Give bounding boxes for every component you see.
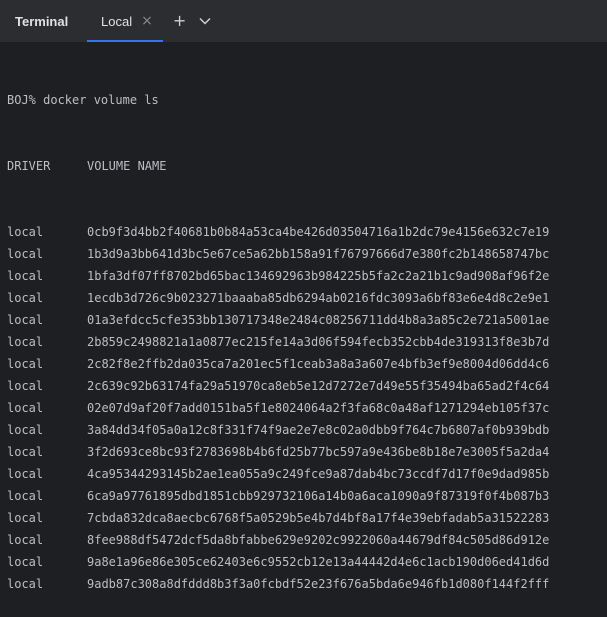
table-row: local 7cbda832dca8aecbc6768f5a0529b5e4b7d… bbox=[7, 507, 607, 529]
table-row: local 2b859c2498821a1a0877ec215fe14a3d06f… bbox=[7, 331, 607, 353]
driver-cell: local bbox=[7, 357, 44, 371]
driver-cell: local bbox=[7, 247, 44, 261]
driver-cell: local bbox=[7, 401, 44, 415]
table-row: local 01a3efdcc5cfe353bb130717348e2484c08… bbox=[7, 309, 607, 331]
table-row: local 2c82f8e2ffb2da035ca7a201ec5f1ceab3a… bbox=[7, 353, 607, 375]
volume-name-cell: 1ecdb3d726c9b023271baaaba85db6294ab0216f… bbox=[87, 291, 550, 305]
volume-name-cell: 0cb9f3d4bb2f40681b0b84a53ca4be426d035047… bbox=[87, 225, 550, 239]
volume-name-cell: 4ca95344293145b2ae1ea055a9c249fce9a87dab… bbox=[87, 467, 550, 481]
table-row: local 02e07d9af20f7add0151ba5f1e8024064a2… bbox=[7, 397, 607, 419]
volume-name-cell: 2b859c2498821a1a0877ec215fe14a3d06f594fe… bbox=[87, 335, 550, 349]
terminal-output[interactable]: BOJ% docker volume ls DRIVER VOLUME NAME … bbox=[0, 43, 607, 617]
close-icon[interactable]: × bbox=[141, 14, 153, 28]
driver-cell: local bbox=[7, 577, 44, 591]
chevron-down-icon[interactable] bbox=[199, 17, 211, 25]
table-row: local 1bfa3df07ff8702bd65bac134692963b984… bbox=[7, 265, 607, 287]
volume-name-cell: 6ca9a97761895dbd1851cbb929732106a14b0a6a… bbox=[87, 489, 550, 503]
table-row: local 9a8e1a96e86e305ce62403e6c9552cb12e1… bbox=[7, 551, 607, 573]
volume-name-cell: 1bfa3df07ff8702bd65bac134692963b984225b5… bbox=[87, 269, 550, 283]
table-row: local 8fee988df5472dcf5da8bfabbe629e9202c… bbox=[7, 529, 607, 551]
table-row: local 2c639c92b63174fa29a51970ca8eb5e12d7… bbox=[7, 375, 607, 397]
driver-cell: local bbox=[7, 379, 44, 393]
tab-local[interactable]: Local × bbox=[87, 0, 163, 42]
driver-cell: local bbox=[7, 291, 44, 305]
volume-name-cell: 1b3d9a3bb641d3bc5e67ce5a62bb158a91f76797… bbox=[87, 247, 550, 261]
driver-cell: local bbox=[7, 335, 44, 349]
tool-window-title: Terminal bbox=[15, 13, 69, 29]
tab-local-label: Local bbox=[101, 13, 133, 29]
volume-name-cell: 7cbda832dca8aecbc6768f5a0529b5e4b7d4bf8a… bbox=[87, 511, 550, 525]
table-row: local 1ecdb3d726c9b023271baaaba85db6294ab… bbox=[7, 287, 607, 309]
volume-name-cell: 01a3efdcc5cfe353bb130717348e2484c0825671… bbox=[87, 313, 550, 327]
table-row: local 4ca95344293145b2ae1ea055a9c249fce9a… bbox=[7, 463, 607, 485]
table-row: local 0cb9f3d4bb2f40681b0b84a53ca4be426d0… bbox=[7, 221, 607, 243]
volume-name-cell: 3f2d693ce8bc93f2783698b4b6fd25b77bc597a9… bbox=[87, 445, 550, 459]
volume-name-cell: 8fee988df5472dcf5da8bfabbe629e9202c99220… bbox=[87, 533, 550, 547]
driver-cell: local bbox=[7, 313, 44, 327]
volume-name-cell: 9a8e1a96e86e305ce62403e6c9552cb12e13a444… bbox=[87, 555, 550, 569]
driver-cell: local bbox=[7, 533, 44, 547]
volume-name-cell: 9adb87c308a8dfddd8b3f3a0fcbdf52e23f676a5… bbox=[87, 577, 550, 591]
table-row: local 1b3d9a3bb641d3bc5e67ce5a62bb158a91f… bbox=[7, 243, 607, 265]
driver-cell: local bbox=[7, 489, 44, 503]
table-row: local 3a84dd34f05a0a12c8f331f74f9ae2e7e8c… bbox=[7, 419, 607, 441]
driver-cell: local bbox=[7, 269, 44, 283]
volume-name-cell: 2c639c92b63174fa29a51970ca8eb5e12d7272e7… bbox=[87, 379, 550, 393]
table-header: DRIVER VOLUME NAME bbox=[7, 155, 607, 177]
volume-name-cell: 02e07d9af20f7add0151ba5f1e8024064a2f3fa6… bbox=[87, 401, 550, 415]
new-tab-icon[interactable]: + bbox=[173, 13, 186, 29]
driver-cell: local bbox=[7, 445, 44, 459]
volume-name-cell: 2c82f8e2ffb2da035ca7a201ec5f1ceab3a8a3a6… bbox=[87, 357, 550, 371]
driver-cell: local bbox=[7, 555, 44, 569]
driver-cell: local bbox=[7, 467, 44, 481]
driver-cell: local bbox=[7, 511, 44, 525]
column-header-driver: DRIVER bbox=[7, 159, 51, 173]
volume-name-cell: 3a84dd34f05a0a12c8f331f74f9ae2e7e8c02a0d… bbox=[87, 423, 550, 437]
prompt-line: BOJ% docker volume ls bbox=[7, 93, 159, 107]
terminal-tab-bar: Terminal Local × + bbox=[0, 0, 607, 43]
table-row: local 6ca9a97761895dbd1851cbb929732106a14… bbox=[7, 485, 607, 507]
table-row: local 9adb87c308a8dfddd8b3f3a0fcbdf52e23f… bbox=[7, 573, 607, 595]
driver-cell: local bbox=[7, 423, 44, 437]
table-row: local 3f2d693ce8bc93f2783698b4b6fd25b77bc… bbox=[7, 441, 607, 463]
driver-cell: local bbox=[7, 225, 44, 239]
column-header-volume-name: VOLUME NAME bbox=[87, 159, 167, 173]
